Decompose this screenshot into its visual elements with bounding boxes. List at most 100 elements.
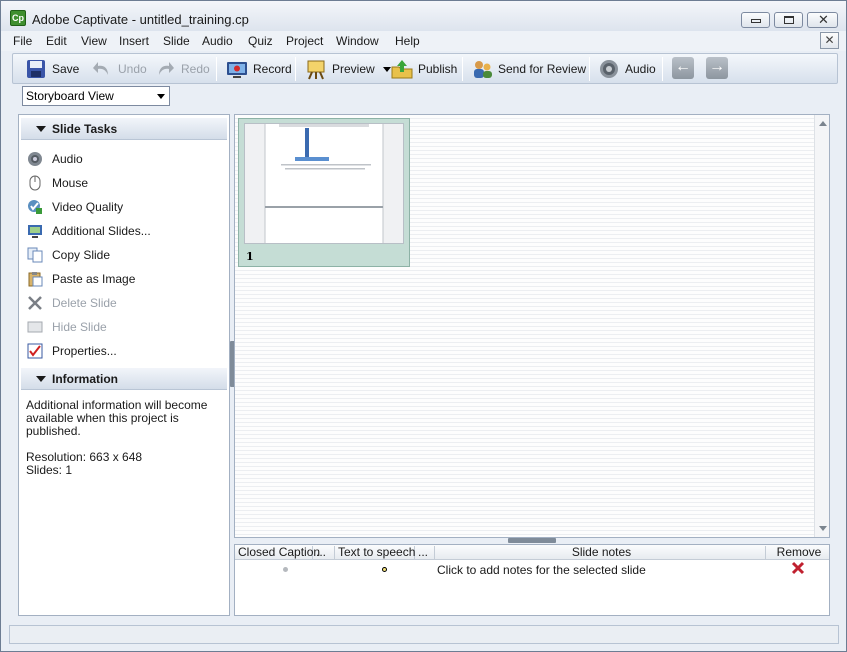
task-video-quality[interactable]: Video Quality [27, 197, 123, 217]
task-paste-as-image-label: Paste as Image [52, 272, 136, 286]
publish-folder-icon [391, 58, 413, 80]
text-to-speech-indicator[interactable] [382, 567, 387, 572]
minimize-button[interactable] [741, 12, 770, 28]
undo-button[interactable]: Undo [91, 57, 147, 81]
slide-tasks-title: Slide Tasks [52, 122, 118, 136]
paste-icon [27, 271, 43, 287]
slide-thumbnail[interactable]: 1 [238, 118, 410, 267]
menu-window[interactable]: Window [336, 34, 379, 48]
view-mode-select[interactable]: Storyboard View [22, 86, 170, 106]
toolbar-separator [589, 57, 590, 81]
col-slide-notes: Slide notes [435, 546, 766, 559]
notes-table-header: Closed Caption ... Text to speech ... Sl… [235, 545, 829, 560]
speaker-icon [27, 151, 43, 167]
table-row[interactable]: Click to add notes for the selected slid… [235, 561, 829, 579]
undo-label: Undo [118, 62, 147, 76]
task-paste-as-image[interactable]: Paste as Image [27, 269, 135, 289]
collapse-triangle-icon [36, 376, 46, 382]
col-text-to-speech-options[interactable]: ... [415, 546, 435, 559]
publish-label: Publish [418, 62, 458, 76]
next-slide-button[interactable]: → [706, 57, 728, 79]
task-audio[interactable]: Audio [27, 149, 83, 169]
menu-help[interactable]: Help [395, 34, 420, 48]
task-copy-slide[interactable]: Copy Slide [27, 245, 110, 265]
menu-project[interactable]: Project [286, 34, 323, 48]
remove-note-button[interactable] [791, 561, 805, 578]
menu-slide[interactable]: Slide [163, 34, 190, 48]
information-header[interactable]: Information [21, 368, 227, 390]
menu-audio[interactable]: Audio [202, 34, 233, 48]
close-window-button[interactable]: ✕ [807, 12, 838, 28]
hide-icon [27, 319, 43, 335]
task-hide-slide-label: Hide Slide [52, 320, 107, 334]
red-x-icon [791, 561, 805, 575]
menu-edit[interactable]: Edit [46, 34, 67, 48]
storyboard-scrollbar[interactable] [814, 115, 829, 537]
captivate-app-icon: Cp [10, 10, 26, 26]
preview-dropdown-icon[interactable] [382, 66, 391, 72]
task-audio-label: Audio [52, 152, 83, 166]
close-document-icon: ✕ [824, 33, 835, 47]
redo-label: Redo [181, 62, 210, 76]
scroll-down-icon[interactable] [819, 526, 827, 531]
publish-button[interactable]: Publish [391, 57, 457, 81]
task-additional-slides[interactable]: Additional Slides... [27, 221, 151, 241]
storyboard-area[interactable]: 1 [234, 114, 830, 538]
slide-notes-panel: Closed Caption ... Text to speech ... Sl… [234, 544, 830, 616]
menu-insert[interactable]: Insert [119, 34, 149, 48]
review-people-icon [471, 58, 493, 80]
undo-arrow-icon [91, 58, 113, 80]
slide-preview-image [244, 123, 404, 244]
previous-slide-button[interactable]: ← [672, 57, 694, 79]
menu-bar: File Edit View Insert Slide Audio Quiz P… [1, 31, 846, 51]
menu-view[interactable]: View [81, 34, 107, 48]
maximize-icon [784, 16, 794, 24]
task-video-quality-label: Video Quality [52, 200, 124, 214]
task-hide-slide[interactable]: Hide Slide [27, 317, 107, 337]
slide-number: 1 [246, 250, 254, 263]
slide-tasks-header[interactable]: Slide Tasks [21, 118, 227, 140]
app-window: Cp Adobe Captivate - untitled_training.c… [0, 0, 847, 652]
task-delete-slide-label: Delete Slide [52, 296, 117, 310]
col-text-to-speech[interactable]: Text to speech [335, 546, 415, 559]
task-copy-slide-label: Copy Slide [52, 248, 111, 262]
save-label: Save [52, 62, 80, 76]
send-for-review-button[interactable]: Send for Review [471, 57, 586, 81]
scroll-up-icon[interactable] [819, 121, 827, 126]
redo-arrow-icon [154, 58, 176, 80]
record-button[interactable]: Record [226, 57, 292, 81]
col-closed-caption[interactable]: Closed Caption [235, 546, 320, 559]
toolbar-separator [216, 57, 217, 81]
close-document-button[interactable]: ✕ [820, 32, 839, 49]
redo-button[interactable]: Redo [154, 57, 210, 81]
menu-quiz[interactable]: Quiz [248, 34, 273, 48]
record-monitor-icon [226, 58, 248, 80]
notes-placeholder[interactable]: Click to add notes for the selected slid… [437, 563, 646, 577]
view-bar: Storyboard View [12, 85, 838, 107]
closed-caption-indicator[interactable] [283, 567, 288, 572]
save-button[interactable]: Save [25, 57, 79, 81]
menu-file[interactable]: File [13, 34, 32, 48]
view-mode-value: Storyboard View [26, 89, 114, 103]
maximize-button[interactable] [774, 12, 803, 28]
audio-toolbar-button[interactable]: Audio [598, 57, 656, 81]
preview-button[interactable]: Preview [305, 57, 391, 81]
task-delete-slide[interactable]: Delete Slide [27, 293, 117, 313]
info-line-2: available when this project is published… [26, 411, 179, 438]
audio-toolbar-label: Audio [625, 62, 656, 76]
col-remove: Remove [776, 545, 822, 559]
toolbar-separator [662, 57, 663, 81]
minimize-icon [751, 19, 761, 23]
task-mouse[interactable]: Mouse [27, 173, 88, 193]
title-bar: Cp Adobe Captivate - untitled_training.c… [1, 1, 846, 31]
task-additional-slides-label: Additional Slides... [52, 224, 151, 238]
col-closed-caption-options[interactable]: ... [313, 546, 335, 559]
task-properties[interactable]: Properties... [27, 341, 117, 361]
status-bar [9, 625, 839, 644]
notes-splitter-handle[interactable] [508, 538, 556, 543]
mouse-icon [27, 175, 43, 191]
information-title: Information [52, 372, 118, 386]
info-slide-count: Slides: 1 [26, 463, 73, 477]
task-properties-label: Properties... [52, 344, 117, 358]
arrow-left-icon: ← [675, 58, 691, 75]
